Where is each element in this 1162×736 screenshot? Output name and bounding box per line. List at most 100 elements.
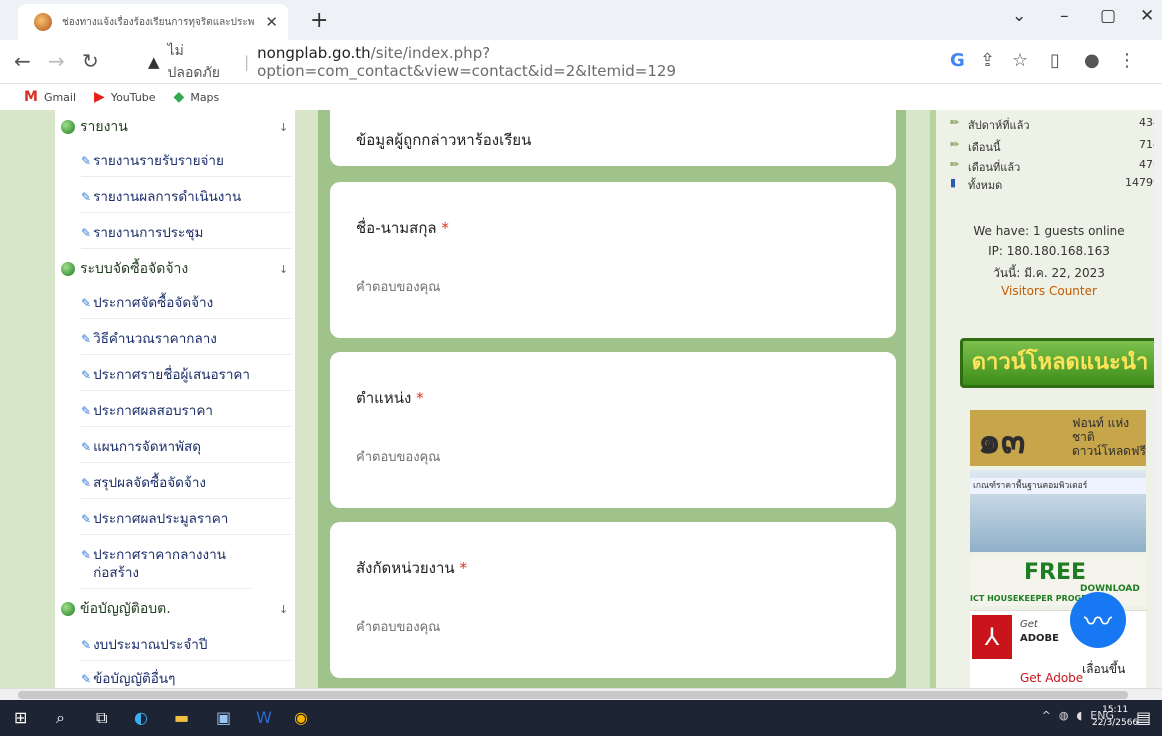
profile-icon[interactable]: ● bbox=[1084, 50, 1100, 71]
menu-item-label: ประกาศราคากลางงานก่อสร้าง bbox=[93, 547, 226, 581]
reload-icon[interactable]: ↻ bbox=[82, 49, 99, 73]
menu-item-label: ประกาศจัดซื้อจัดจ้าง bbox=[93, 295, 214, 311]
recommended-download-banner[interactable]: ดาวน์โหลดแนะนำ bbox=[960, 338, 1160, 388]
menu-item[interactable]: ✎ รายงานผลการดำเนินงาน bbox=[81, 188, 291, 213]
menu-item[interactable]: ✎ ประกาศผลประมูลราคา bbox=[81, 510, 291, 535]
new-tab-button[interactable]: + bbox=[310, 8, 328, 33]
task-view-icon[interactable]: ⧉ bbox=[96, 708, 107, 728]
menu-item[interactable]: ✎ ข้อบัญญัติอื่นๆ bbox=[81, 670, 291, 688]
menu-item[interactable]: ✎ งบประมาณประจำปี bbox=[81, 636, 291, 661]
adobe-get-label: Get bbox=[1020, 619, 1038, 630]
chrome-icon[interactable]: ◉ bbox=[294, 708, 308, 727]
stat-row: ▮ ทั้งหมด 14799 bbox=[950, 176, 1160, 194]
side-panel-icon[interactable]: ▯ bbox=[1050, 50, 1060, 71]
menu-item[interactable]: ✎ รายงานการประชุม bbox=[81, 224, 291, 249]
menu-category-bylaws[interactable]: ข้อบัญญัติอบต. ↓ bbox=[61, 594, 288, 624]
computer-price-ad[interactable]: เกณฑ์ราคาพื้นฐานคอมพิวเตอร์ bbox=[970, 470, 1146, 552]
tab-close-icon[interactable]: ✕ bbox=[265, 13, 278, 31]
pencil-icon: ✎ bbox=[81, 476, 92, 490]
chevron-down-icon: ↓ bbox=[279, 120, 289, 134]
font-ad-text: ฟอนท์ แห่งชาติ ดาวน์โหลดฟรี bbox=[1072, 416, 1146, 458]
menu-item[interactable]: ✎ แผนการจัดหาพัสดุ bbox=[81, 438, 291, 463]
menu-category-report[interactable]: รายงาน ↓ bbox=[61, 112, 288, 142]
bookmarks-bar: M Gmail ▶ YouTube ◆ Maps bbox=[0, 84, 1162, 110]
adobe-name-label: ADOBE bbox=[1020, 633, 1059, 644]
word-icon[interactable]: W bbox=[256, 708, 272, 727]
stat-row: ✏ เดือนที่แล้ว 476 bbox=[950, 158, 1160, 176]
chevron-down-icon: ↓ bbox=[279, 602, 289, 616]
pencil-icon: ✎ bbox=[81, 226, 92, 240]
file-explorer-icon[interactable]: ▬ bbox=[174, 708, 189, 727]
volume-icon[interactable]: ◖ bbox=[1077, 709, 1083, 722]
menu-item[interactable]: ✎ วิธีคำนวณราคากลาง bbox=[81, 330, 291, 355]
answer-input-agency[interactable]: คำตอบของคุณ bbox=[356, 616, 440, 637]
menu-icon[interactable]: ⋮ bbox=[1118, 50, 1136, 71]
menu-item[interactable]: ✎ ประกาศจัดซื้อจัดจ้าง bbox=[81, 294, 291, 319]
free-label: FREE bbox=[1024, 560, 1087, 585]
back-icon[interactable]: ← bbox=[14, 49, 31, 73]
font-ad-numeral: ๑๓ bbox=[978, 421, 1026, 462]
close-window-icon[interactable]: ✕ bbox=[1140, 6, 1154, 26]
bookmark-label: Maps bbox=[190, 90, 220, 104]
stat-row: ✏ สัปดาห์ที่แล้ว 434 bbox=[950, 116, 1160, 134]
scroll-up-button[interactable]: เลื่อนขึ้น bbox=[1082, 660, 1125, 679]
vertical-scrollbar[interactable] bbox=[1154, 110, 1162, 688]
answer-input-name[interactable]: คำตอบของคุณ bbox=[356, 276, 440, 297]
not-secure-label[interactable]: ไม่ปลอดภัย bbox=[168, 40, 237, 84]
network-icon[interactable]: ◍ bbox=[1059, 709, 1069, 722]
section-title: ข้อมูลผู้ถูกกล่าวหาร้องเรียน bbox=[356, 131, 532, 149]
category-label: รายงาน bbox=[80, 119, 128, 135]
visitors-counter-link[interactable]: Visitors Counter bbox=[936, 284, 1162, 298]
bookmark-youtube[interactable]: ▶ YouTube bbox=[94, 89, 156, 105]
warning-icon[interactable]: ▲ bbox=[148, 53, 160, 71]
pencil-icon: ✏ bbox=[950, 138, 960, 151]
tab-title: ช่องทางแจ้งเรื่องร้องเรียนการทุจริตและปร… bbox=[62, 16, 255, 28]
bullet-ball-icon bbox=[61, 602, 75, 616]
scrollbar-thumb[interactable] bbox=[18, 691, 1128, 699]
pencil-icon: ✎ bbox=[81, 638, 92, 652]
messenger-chat-icon[interactable]: 〰 bbox=[1070, 592, 1126, 648]
menu-item[interactable]: ✎ สรุปผลจัดซื้อจัดจ้าง bbox=[81, 474, 291, 499]
national-font-ad[interactable]: ๑๓ ฟอนท์ แห่งชาติ ดาวน์โหลดฟรี bbox=[970, 410, 1146, 466]
ict-housekeeper-ad[interactable]: FREE DOWNLOAD ICT HOUSEKEEPER PROGRAM bbox=[970, 556, 1146, 606]
bookmark-maps[interactable]: ◆ Maps bbox=[174, 89, 220, 105]
notification-icon[interactable]: ▤ bbox=[1136, 708, 1151, 727]
menu-category-procurement[interactable]: ระบบจัดซื้อจัดจ้าง ↓ bbox=[61, 254, 288, 284]
pencil-icon: ✎ bbox=[81, 548, 92, 562]
tray-chevron-icon[interactable]: ^ bbox=[1042, 709, 1051, 722]
forward-icon[interactable]: → bbox=[48, 49, 65, 73]
url-field[interactable]: ▲ ไม่ปลอดภัย | nongplab.go.th/site/index… bbox=[148, 43, 908, 81]
question-card-position: ตำแหน่ง * คำตอบของคุณ bbox=[330, 352, 896, 508]
url-host: nongplab.go.th bbox=[257, 44, 371, 62]
answer-input-position[interactable]: คำตอบของคุณ bbox=[356, 446, 440, 467]
start-icon[interactable]: ⊞ bbox=[14, 708, 27, 727]
search-icon[interactable]: ⌕ bbox=[56, 708, 65, 728]
required-mark: * bbox=[416, 389, 424, 407]
browser-tab[interactable]: ช่องทางแจ้งเรื่องร้องเรียนการทุจริตและปร… bbox=[18, 4, 288, 40]
gmail-icon: M bbox=[24, 89, 38, 105]
horizontal-scrollbar[interactable] bbox=[0, 688, 1162, 700]
google-icon[interactable]: G bbox=[950, 50, 965, 71]
maximize-icon[interactable]: ▢ bbox=[1100, 6, 1116, 26]
menu-item[interactable]: ✎ รายงานรายรับรายจ่าย bbox=[81, 152, 291, 177]
share-icon[interactable]: ⇪ bbox=[980, 50, 995, 71]
stat-label: เดือนนี้ bbox=[968, 141, 1001, 154]
edge-icon[interactable]: ◐ bbox=[134, 708, 148, 727]
tab-search-icon[interactable]: ⌄ bbox=[1012, 6, 1026, 26]
menu-item[interactable]: ✎ ประกาศผลสอบราคา bbox=[81, 402, 291, 427]
pencil-icon: ✏ bbox=[950, 116, 960, 129]
clock-time: 15:11 bbox=[1102, 705, 1129, 715]
pencil-icon: ✎ bbox=[81, 404, 92, 418]
menu-item-label: วิธีคำนวณราคากลาง bbox=[93, 331, 217, 347]
menu-item[interactable]: ✎ ประกาศราคากลางงานก่อสร้าง bbox=[81, 546, 251, 589]
minimize-icon[interactable]: – bbox=[1060, 6, 1069, 26]
bookmark-star-icon[interactable]: ☆ bbox=[1012, 50, 1028, 71]
stat-label: สัปดาห์ที่แล้ว bbox=[968, 119, 1030, 132]
store-icon[interactable]: ▣ bbox=[216, 708, 231, 727]
stat-label: ทั้งหมด bbox=[968, 179, 1003, 192]
site-favicon-icon bbox=[34, 13, 52, 31]
windows-taskbar: ⊞ ⌕ ⧉ ◐ ▬ ▣ W ◉ ^ ◍ ◖ ENG 15:11 22/3/256… bbox=[0, 700, 1162, 736]
bookmark-gmail[interactable]: M Gmail bbox=[24, 89, 76, 105]
clock[interactable]: 15:11 22/3/2566 bbox=[1092, 704, 1138, 730]
menu-item[interactable]: ✎ ประกาศรายชื่อผู้เสนอราคา bbox=[81, 366, 291, 391]
